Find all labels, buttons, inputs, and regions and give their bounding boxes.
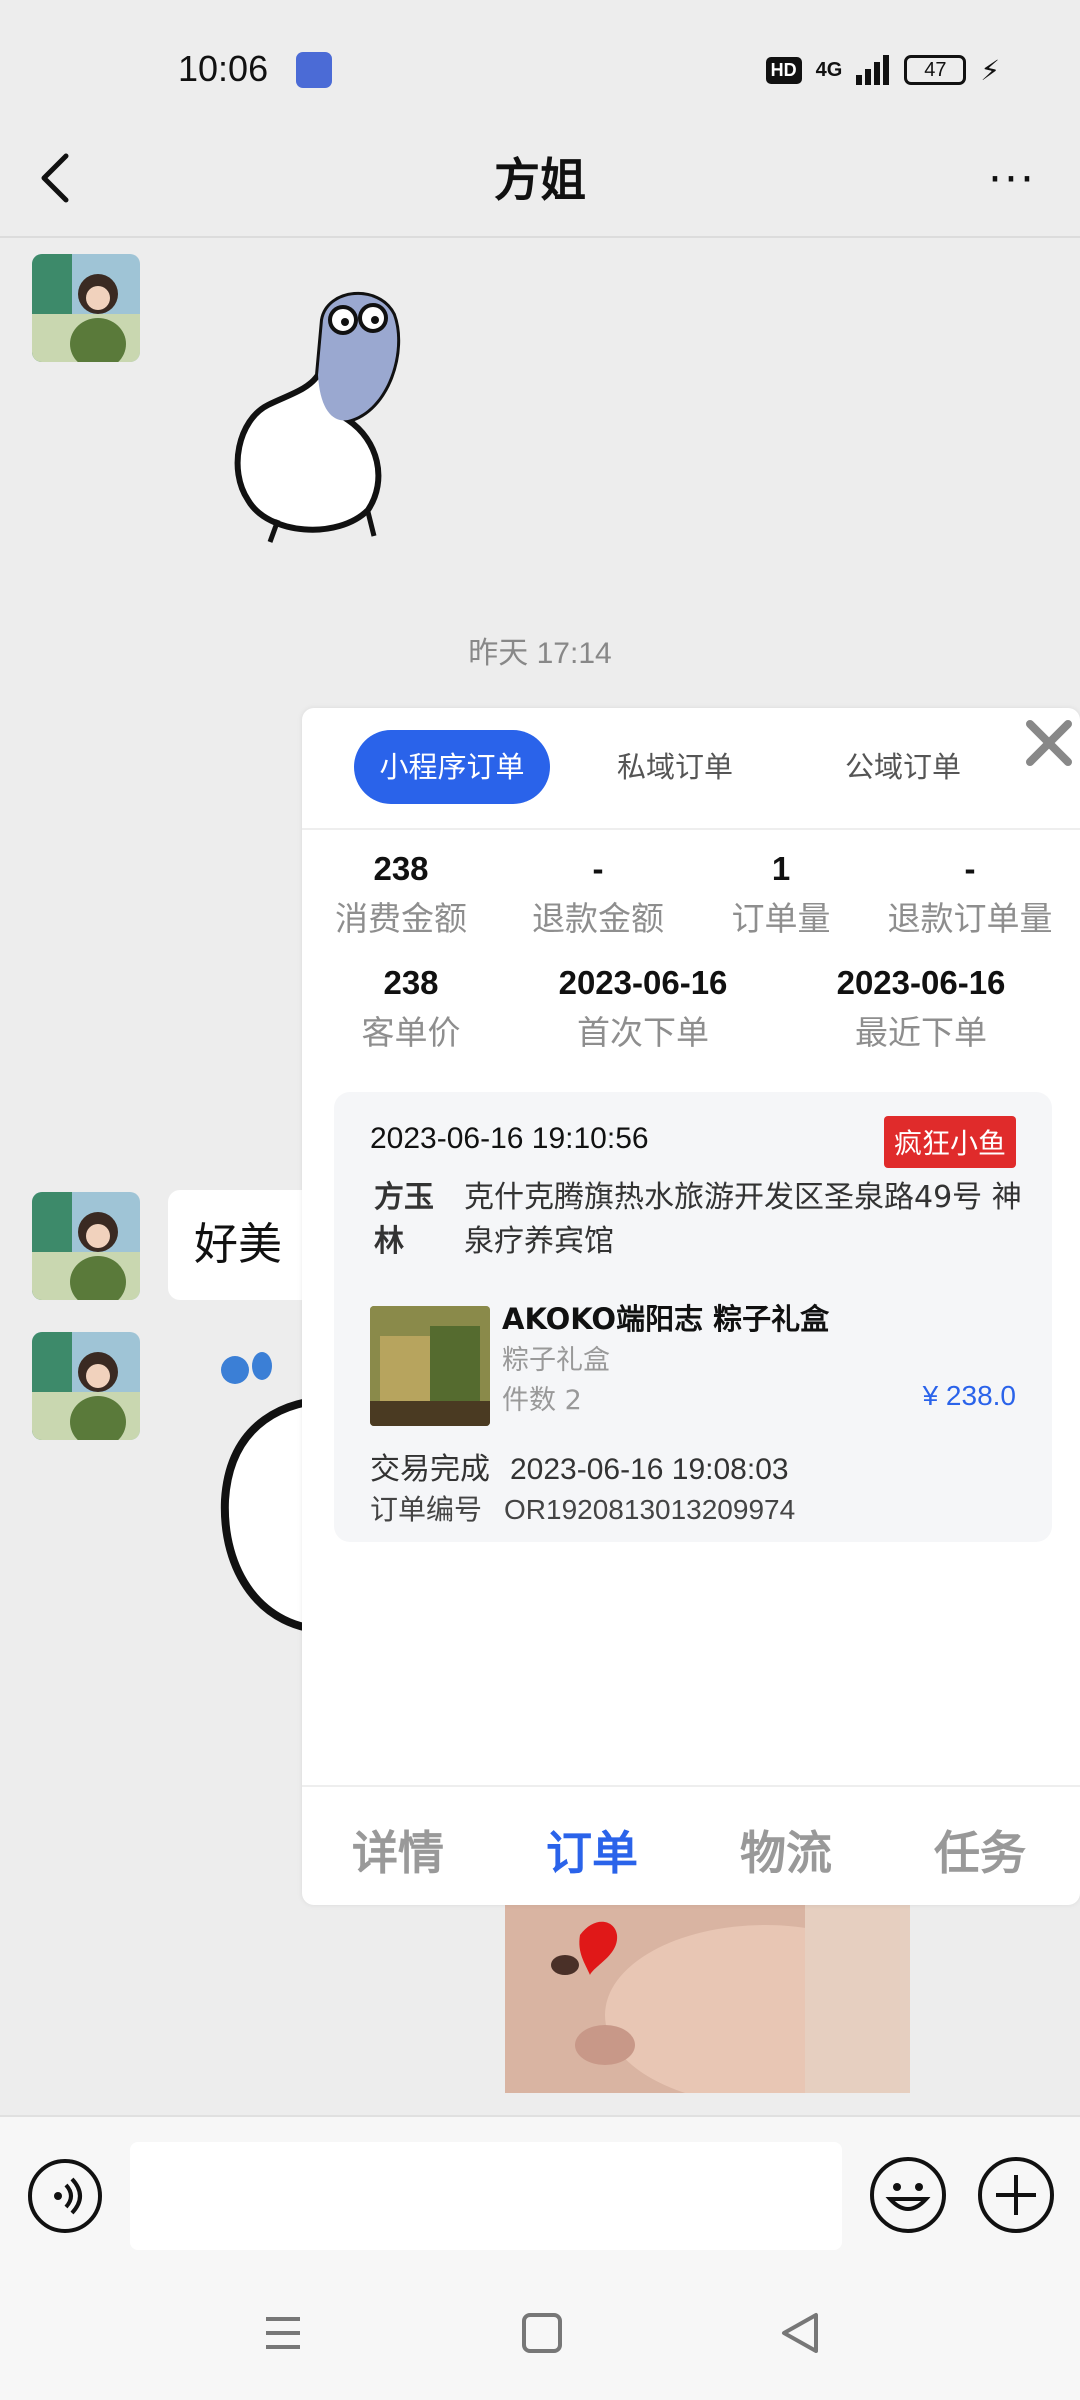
stat-label: 客单价 [361,1013,461,1052]
order-card[interactable]: 2023-06-16 19:10:56 疯狂小鱼 方玉林 克什克腾旗热水旅游开发… [334,1092,1052,1542]
product-spec: 粽子礼盒 [502,1345,610,1376]
stat-value: 238 [383,964,439,1001]
close-icon[interactable] [1022,716,1076,770]
customer-order-panel: 小程序订单 私域订单 公域订单 238 消费金额 - 退款金额 1 订单量 - … [302,708,1080,1905]
order-source-tabs: 小程序订单 私域订单 公域订单 [302,708,1080,830]
stat-value: 2023-06-16 [836,964,1006,1001]
avatar[interactable] [32,1332,140,1440]
stat-order-count: 1 订单量 [706,850,856,940]
order-time: 2023-06-16 19:10:56 [370,1122,649,1155]
stat-label: 最近下单 [855,1013,987,1052]
status-bar: 10:06 HD 4G 47 ⚡ [0,0,1080,140]
stat-value: - [592,850,604,887]
network-type: 4G [815,58,843,81]
message-timestamp: 昨天 17:14 [468,637,612,670]
signal-icon [856,55,890,85]
stat-first-order: 2023-06-16 首次下单 [528,964,758,1054]
photo-message[interactable] [505,1905,910,2093]
tab-details[interactable]: 详情 [352,1817,444,1883]
product-name: AKOKO端阳志 粽子礼盒 [502,1302,830,1336]
voice-input-icon[interactable] [28,2159,102,2233]
order-number-label: 订单编号 [370,1493,483,1526]
product-thumbnail[interactable] [370,1306,490,1426]
message-bubble[interactable]: 好美 [168,1190,318,1300]
stat-label: 首次下单 [577,1013,709,1052]
avatar[interactable] [32,1192,140,1300]
order-status-time: 2023-06-16 19:08:03 [510,1453,789,1486]
stat-label: 消费金额 [335,899,467,938]
status-time: 10:06 [178,48,269,89]
tab-private-orders[interactable]: 私域订单 [592,730,758,804]
order-number-row: 订单编号 OR1920813013209974 [370,1488,795,1528]
tab-miniprogram-orders[interactable]: 小程序订单 [354,730,550,804]
battery-icon: 47 [904,55,967,85]
stat-value: 1 [771,850,791,887]
home-icon[interactable] [522,2313,562,2353]
message-input[interactable] [130,2142,842,2250]
stat-avg-order: 238 客单价 [316,964,506,1054]
battery-level: 47 [924,58,947,81]
tab-logistics[interactable]: 物流 [740,1817,832,1883]
order-status: 交易完成 [370,1452,490,1487]
add-attachment-icon[interactable] [978,2157,1054,2233]
tab-public-orders[interactable]: 公域订单 [818,730,988,804]
product-quantity: 件数 2 [502,1385,582,1416]
recent-apps-icon[interactable] [264,2315,302,2351]
stat-value: - [964,850,976,887]
charging-icon: ⚡ [980,53,1000,87]
stat-value: 238 [373,850,429,887]
back-triangle-icon[interactable] [780,2311,820,2355]
hd-icon: HD [765,56,802,84]
stat-label: 退款订单量 [887,899,1053,938]
product-price: ¥ 238.0 [922,1380,1016,1411]
emoji-icon[interactable] [870,2157,946,2233]
panel-bottom-tabs: 详情 订单 物流 任务 [302,1785,1080,1905]
system-nav-bar [0,2275,1080,2400]
shop-tag: 疯狂小鱼 [883,1116,1016,1168]
tab-tasks[interactable]: 任务 [934,1817,1026,1883]
stat-latest-order: 2023-06-16 最近下单 [806,964,1036,1054]
chat-header: 方姐 ··· [0,120,1080,238]
stat-refund-count: - 退款订单量 [870,850,1070,940]
stat-value: 2023-06-16 [558,964,728,1001]
chat-input-bar [0,2115,1080,2275]
more-options-icon[interactable]: ··· [988,154,1036,205]
avatar[interactable] [32,254,140,362]
shipping-address: 克什克腾旗热水旅游开发区圣泉路49号 神泉疗养宾馆 [464,1180,1022,1259]
customer-name: 方玉林 [374,1180,434,1259]
tab-orders[interactable]: 订单 [546,1817,638,1883]
stat-label: 订单量 [731,899,831,938]
stat-label: 退款金额 [532,899,664,938]
app-notification-icon [296,52,332,88]
chat-title: 方姐 [494,153,586,207]
stat-refund-amount: - 退款金额 [508,850,688,940]
duck-sticker[interactable] [228,280,458,550]
order-status-row: 交易完成 2023-06-16 19:08:03 [370,1444,789,1488]
order-number: OR1920813013209974 [504,1494,796,1525]
stat-spend: 238 消费金额 [316,850,486,940]
